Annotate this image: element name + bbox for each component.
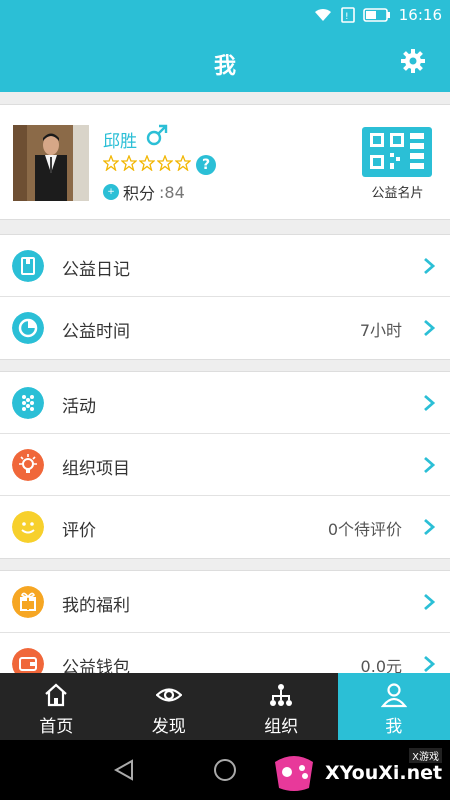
chevron-right-icon — [424, 456, 436, 474]
chevron-right-icon — [424, 319, 436, 337]
star-icon — [157, 155, 173, 171]
page-title: 我 — [213, 54, 236, 79]
sim-icon: ! — [340, 7, 355, 23]
wifi-icon — [314, 8, 331, 21]
list-item-welfare[interactable]: 我的福利 — [0, 571, 450, 633]
qr-code-icon[interactable] — [362, 127, 432, 177]
tab-label: 组织 — [264, 717, 299, 737]
list-item-diary[interactable]: 公益日记 — [0, 235, 450, 297]
star-icon — [175, 155, 191, 171]
points: + 积分:84 — [103, 180, 185, 204]
watermark-logo: XYouXi.net X游戏 — [269, 748, 444, 796]
list-item-review[interactable]: 评价 0个待评价 — [0, 496, 450, 558]
list-item-label: 评价 — [62, 521, 96, 541]
list-item-label: 公益日记 — [62, 260, 130, 280]
menu-group-2: 活动 组织项目 评价 0个待评价 — [0, 371, 450, 559]
list-item-value: 7小时 — [359, 321, 402, 340]
list-item-label: 我的福利 — [62, 596, 130, 616]
gamepad-icon — [275, 756, 313, 791]
watermark-tag: X游戏 — [409, 748, 442, 763]
tab-discover[interactable]: 发现 — [113, 673, 226, 740]
diary-icon — [12, 250, 44, 282]
activity-icon — [12, 387, 44, 419]
eye-icon — [155, 688, 182, 702]
status-time: 16:16 — [398, 6, 442, 24]
tab-me[interactable]: 我 — [337, 673, 450, 740]
home-icon — [45, 683, 67, 707]
tab-organization[interactable]: 组织 — [225, 673, 338, 740]
points-value: :84 — [159, 182, 185, 202]
home-button-icon[interactable] — [213, 758, 237, 782]
list-item-label: 组织项目 — [62, 459, 130, 479]
points-label: 积分 — [123, 184, 156, 203]
points-icon: + — [103, 184, 119, 200]
bottom-tab-bar: 首页 发现 组织 我 — [0, 673, 450, 740]
menu-group-1: 公益日记 公益时间 7小时 — [0, 234, 450, 360]
list-item-label: 公益时间 — [62, 322, 130, 342]
card-label[interactable]: 公益名片 — [360, 182, 435, 201]
gift-icon — [12, 586, 44, 618]
smile-icon — [12, 511, 44, 543]
avatar[interactable] — [13, 125, 89, 201]
tab-label: 我 — [385, 717, 403, 737]
back-icon[interactable] — [112, 758, 136, 782]
battery-icon — [362, 8, 390, 22]
list-item-value: 0个待评价 — [327, 520, 402, 539]
chevron-right-icon — [424, 257, 436, 275]
help-icon[interactable]: ? — [196, 155, 216, 175]
chevron-right-icon — [424, 394, 436, 412]
user-name: 邱胜 — [103, 132, 137, 152]
tab-label: 首页 — [39, 717, 74, 737]
watermark-text: XYouXi.net — [325, 762, 443, 784]
lightbulb-icon — [12, 449, 44, 481]
svg-text:!: ! — [345, 12, 349, 22]
profile-card[interactable]: 邱胜 ? + 积分:84 公益名片 — [0, 104, 450, 220]
chevron-right-icon — [424, 593, 436, 611]
star-icon — [139, 155, 155, 171]
chevron-right-icon — [424, 518, 436, 536]
chevron-right-icon — [424, 655, 436, 673]
star-icon — [103, 155, 119, 171]
clock-icon — [12, 312, 44, 344]
list-item-label: 活动 — [62, 397, 96, 417]
gear-icon[interactable] — [400, 48, 426, 74]
rating-stars — [103, 155, 191, 171]
star-icon — [121, 155, 137, 171]
tab-label: 发现 — [151, 717, 186, 737]
status-bar: ! 16:16 — [0, 0, 450, 32]
male-icon — [146, 124, 168, 146]
user-icon — [380, 683, 407, 708]
list-item-org-projects[interactable]: 组织项目 — [0, 434, 450, 496]
list-item-time[interactable]: 公益时间 7小时 — [0, 297, 450, 359]
org-icon — [270, 684, 293, 706]
system-nav-bar: XYouXi.net X游戏 — [0, 740, 450, 800]
list-item-activity[interactable]: 活动 — [0, 372, 450, 434]
tab-home[interactable]: 首页 — [0, 673, 113, 740]
header: 我 — [0, 32, 450, 92]
